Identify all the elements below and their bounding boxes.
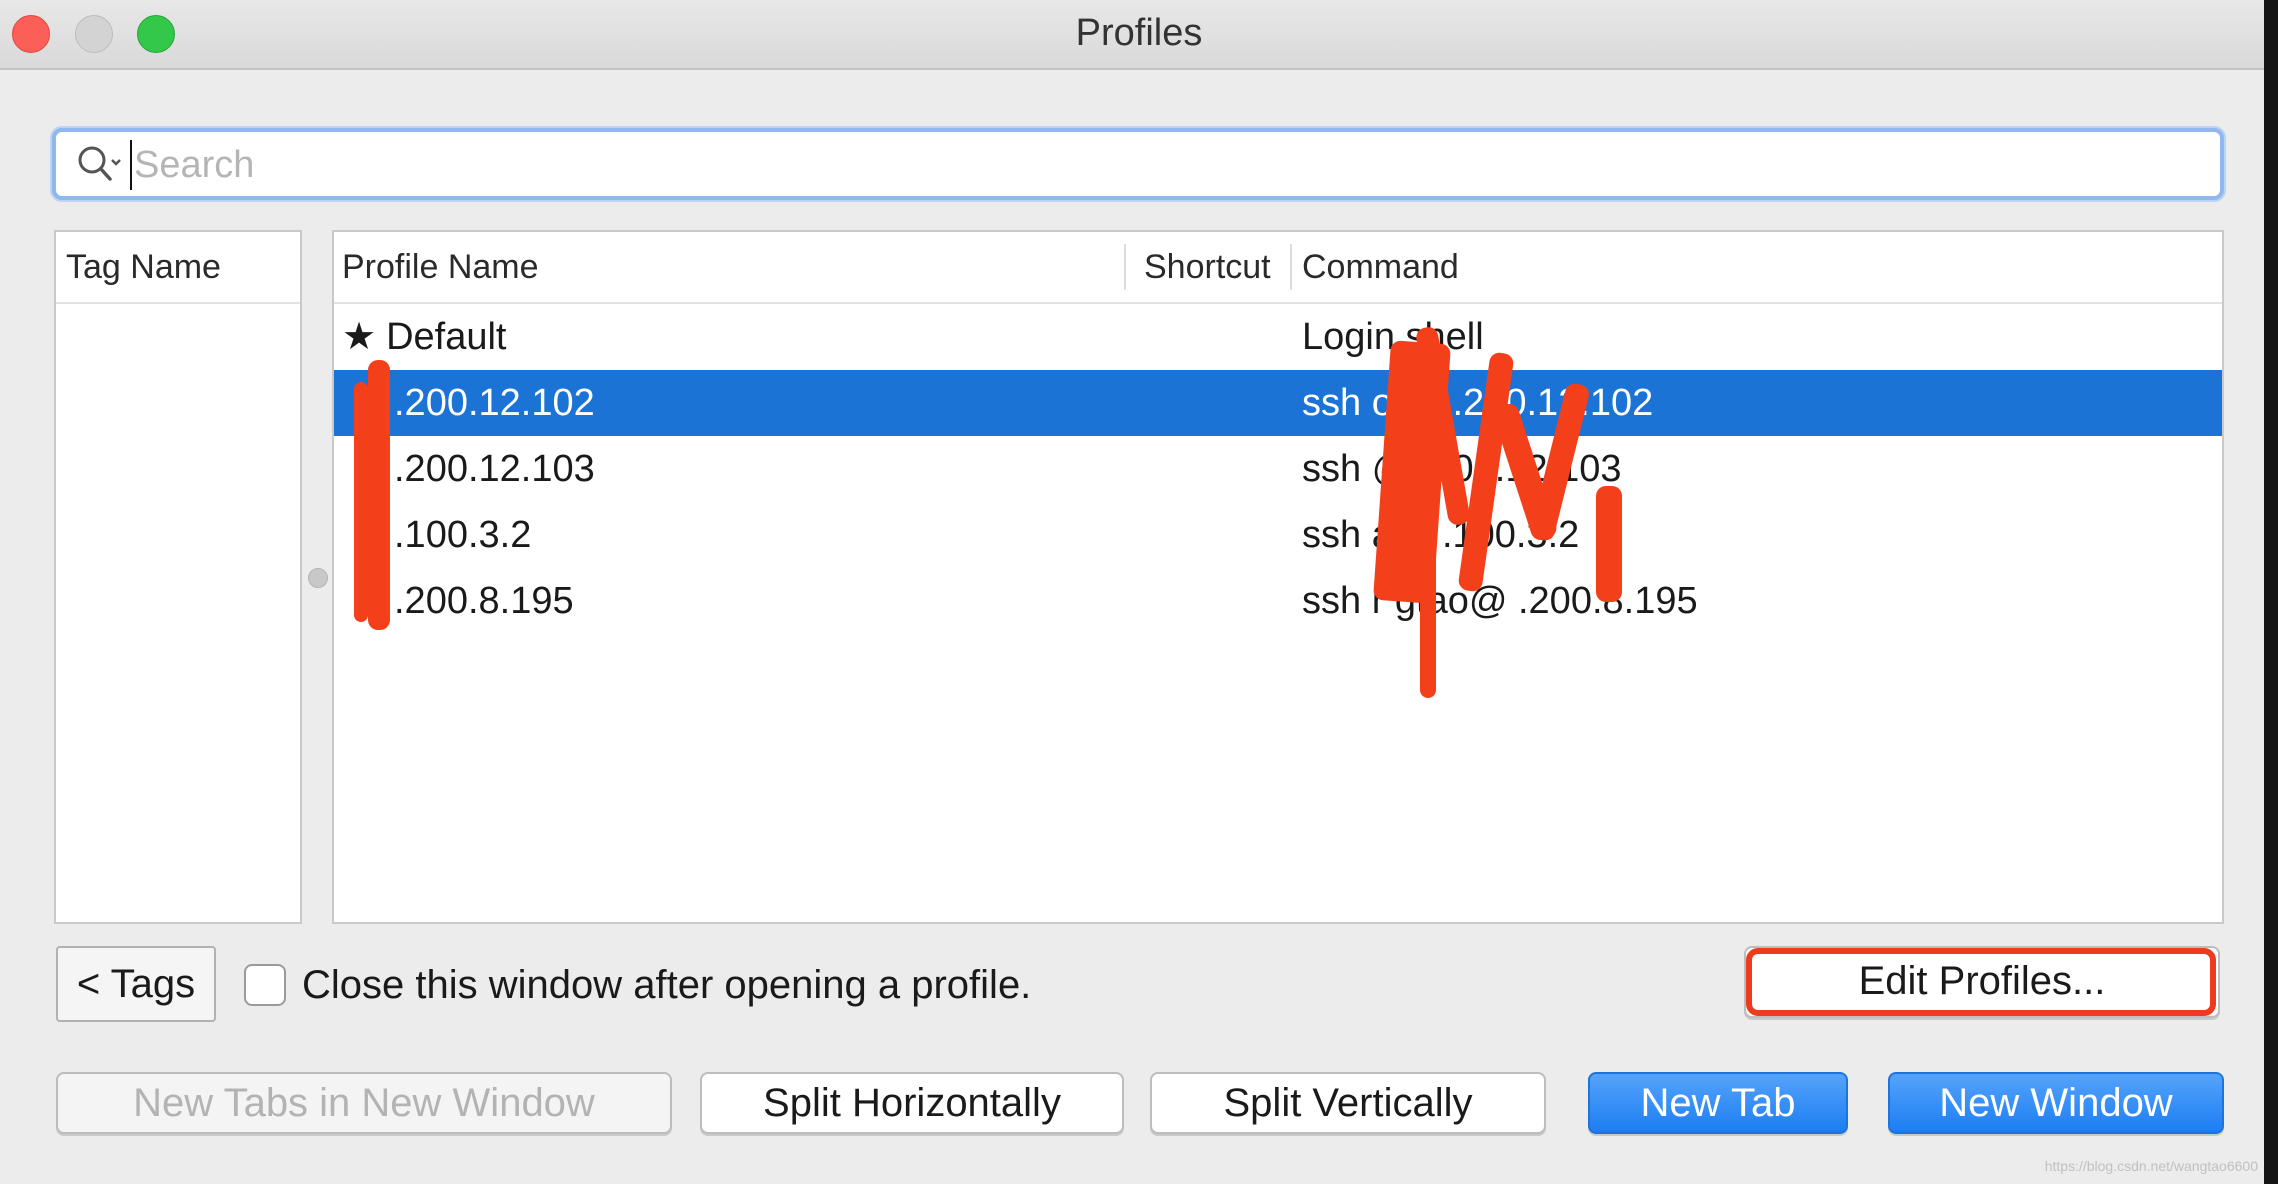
redaction-mark (354, 382, 368, 622)
search-field[interactable] (52, 128, 2224, 200)
table-row[interactable]: ★ Default Login shell (334, 304, 2222, 370)
star-icon: ★ (342, 316, 377, 358)
redaction-mark (1420, 512, 1436, 698)
profile-name-cell: ★ Default (342, 304, 506, 370)
toggle-tags-button[interactable]: < Tags (56, 946, 216, 1022)
command-cell: ssh r gtao@ .200.8.195 (1302, 580, 1698, 622)
new-tabs-in-new-window-button[interactable]: New Tabs in New Window (56, 1072, 672, 1134)
command-column-header[interactable]: Command (1294, 232, 2194, 302)
close-after-open-label[interactable]: Close this window after opening a profil… (302, 958, 1031, 1012)
tag-name-column-header[interactable]: Tag Name (56, 232, 300, 304)
column-separator[interactable] (1124, 244, 1126, 290)
split-horizontally-button[interactable]: Split Horizontally (700, 1072, 1124, 1134)
window-title: Profiles (1075, 12, 1203, 54)
profiles-window: Profiles Tag Name Profile Name Shortcut … (0, 0, 2278, 1184)
profile-name-cell: .200.12.103 (394, 448, 595, 490)
shortcut-column-header[interactable]: Shortcut (1136, 232, 1306, 302)
annotation-highlight (1746, 948, 2216, 1016)
watermark-text: https://blog.csdn.net/wangtao6600 (2044, 1158, 2258, 1174)
profile-table[interactable]: Profile Name Shortcut Command ★ Default L… (332, 230, 2224, 924)
profile-name-cell: .100.3.2 (394, 514, 532, 556)
profile-name-cell: .200.8.195 (394, 580, 574, 622)
profile-name-text: Default (386, 316, 507, 358)
title-bar[interactable]: Profiles (0, 0, 2278, 70)
new-window-button[interactable]: New Window (1888, 1072, 2224, 1134)
table-row[interactable]: .100.3.2 ssh a@ .100.3.2 (334, 502, 2222, 568)
table-row[interactable]: .200.12.103 ssh @ .200.12.103 (334, 436, 2222, 502)
redaction-mark (1596, 486, 1622, 602)
close-after-open-checkbox[interactable] (244, 964, 286, 1006)
tag-list-panel[interactable]: Tag Name (54, 230, 302, 924)
redaction-mark (368, 360, 390, 630)
search-input[interactable] (130, 140, 2196, 190)
profile-name-cell: .200.12.102 (394, 382, 595, 424)
split-vertically-button[interactable]: Split Vertically (1150, 1072, 1546, 1134)
column-separator[interactable] (1290, 244, 1292, 290)
panel-splitter-handle[interactable] (308, 568, 328, 588)
window-edge (2264, 0, 2278, 1184)
profile-name-column-header[interactable]: Profile Name (334, 232, 1134, 302)
search-icon[interactable] (74, 142, 122, 186)
command-cell: ssh o @ .200.12.102 (1302, 382, 1654, 424)
table-row[interactable]: .200.8.195 ssh r gtao@ .200.8.195 (334, 568, 2222, 634)
new-tab-button[interactable]: New Tab (1588, 1072, 1848, 1134)
table-row-selected[interactable]: .200.12.102 ssh o @ .200.12.102 (334, 370, 2222, 436)
